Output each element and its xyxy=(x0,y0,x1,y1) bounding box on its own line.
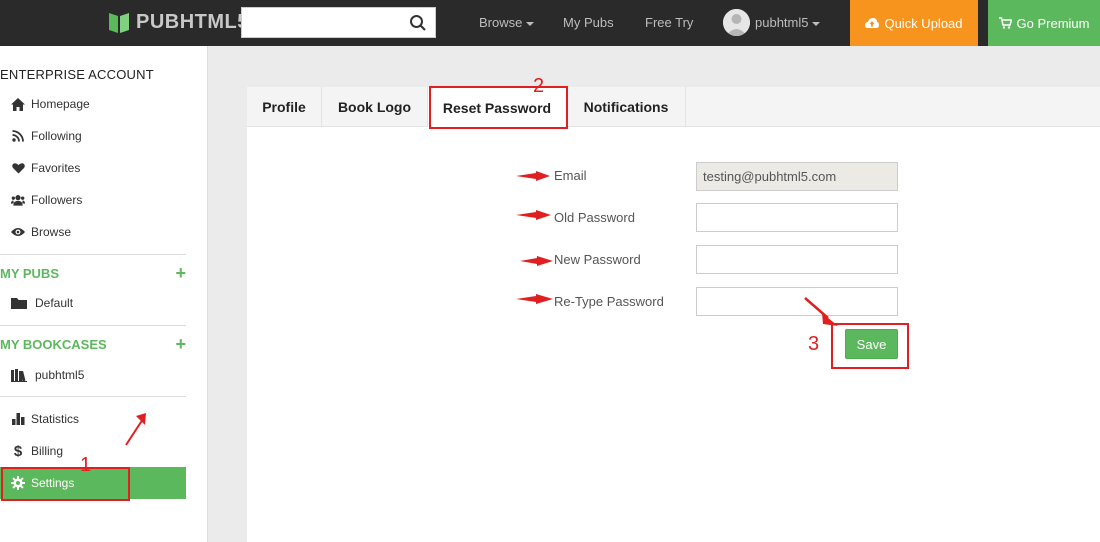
quick-upload-label: Quick Upload xyxy=(884,15,963,31)
annotation-step-2: 2 xyxy=(533,75,545,97)
annotation-step-1: 1 xyxy=(80,454,92,476)
upload-cloud-icon xyxy=(865,17,880,29)
my-pubs-title: MY PUBS xyxy=(0,265,59,281)
dollar-icon: $ xyxy=(13,442,23,460)
annotation-step-3: 3 xyxy=(808,333,820,355)
nav-browse[interactable]: Browse xyxy=(479,15,535,30)
sidebar-item-bookcase-pubhtml5[interactable]: pubhtml5 xyxy=(0,359,186,391)
bar-chart-icon xyxy=(11,412,25,426)
tab-book-logo[interactable]: Book Logo xyxy=(322,87,428,127)
sidebar-item-homepage[interactable]: Homepage xyxy=(0,88,186,120)
nav-my-pubs[interactable]: My Pubs xyxy=(563,15,614,30)
my-bookcases-title: MY BOOKCASES xyxy=(0,336,107,352)
sidebar-item-followers[interactable]: Followers xyxy=(0,184,186,216)
go-premium-label: Go Premium xyxy=(1016,15,1090,31)
user-name: pubhtml5 xyxy=(755,15,809,30)
cart-icon xyxy=(998,17,1012,29)
home-icon xyxy=(11,97,25,111)
add-pub-plus-icon[interactable]: + xyxy=(175,264,186,282)
account-title: ENTERPRISE ACCOUNT xyxy=(0,67,154,82)
sidebar-item-browse[interactable]: Browse xyxy=(0,216,186,248)
brand-name: PUBHTML5 xyxy=(136,10,249,33)
caret-down-icon xyxy=(812,21,821,26)
book-logo-icon xyxy=(108,10,130,34)
add-bookcase-plus-icon[interactable]: + xyxy=(175,335,186,353)
sidebar-item-billing[interactable]: $ Billing xyxy=(0,435,186,467)
sidebar-item-label: Followers xyxy=(31,193,83,207)
quick-upload-button[interactable]: Quick Upload xyxy=(850,0,978,46)
retype-password-label: Re-Type Password xyxy=(554,294,664,309)
annotation-box-save xyxy=(831,323,909,369)
new-password-label: New Password xyxy=(554,252,641,267)
divider xyxy=(0,254,186,255)
eye-icon xyxy=(11,225,25,239)
avatar[interactable] xyxy=(723,9,750,36)
sidebar-item-default[interactable]: Default xyxy=(0,287,186,319)
caret-down-icon xyxy=(526,21,535,26)
settings-panel: Profile Book Logo Reset Password Notific… xyxy=(247,87,1100,542)
tab-profile[interactable]: Profile xyxy=(247,87,322,127)
sidebar-item-label: Statistics xyxy=(31,412,80,426)
search-input[interactable] xyxy=(241,7,436,38)
top-navbar: PUBHTML5 Browse My Pubs Free Try pubhtml… xyxy=(0,0,1100,46)
sidebar-item-label: Favorites xyxy=(31,161,81,175)
divider xyxy=(0,396,186,397)
divider xyxy=(0,325,186,326)
brand-logo[interactable]: PUBHTML5 xyxy=(108,8,249,36)
go-premium-button[interactable]: Go Premium xyxy=(988,0,1100,46)
email-label: Email xyxy=(554,168,587,183)
sidebar-item-label: Homepage xyxy=(31,97,90,111)
tab-notifications[interactable]: Notifications xyxy=(567,87,686,127)
folder-icon xyxy=(11,296,27,310)
nav-browse-label: Browse xyxy=(479,15,523,30)
annotation-box-reset-password xyxy=(429,86,568,129)
sidebar-item-following[interactable]: Following xyxy=(0,120,186,152)
new-password-field[interactable] xyxy=(696,245,898,274)
user-menu[interactable]: pubhtml5 xyxy=(755,15,821,30)
settings-tabs: Profile Book Logo Reset Password Notific… xyxy=(247,87,1100,128)
email-field: testing@pubhtml5.com xyxy=(696,162,898,191)
sidebar-item-label: Billing xyxy=(31,444,64,458)
rss-icon xyxy=(11,129,25,143)
search-icon[interactable] xyxy=(409,14,427,32)
sidebar-item-favorites[interactable]: Favorites xyxy=(0,152,186,184)
annotation-box-settings xyxy=(1,467,130,501)
my-pubs-header: MY PUBS + xyxy=(0,263,186,283)
sidebar-item-label: Following xyxy=(31,129,82,143)
heart-icon xyxy=(11,161,25,175)
my-bookcases-header: MY BOOKCASES + xyxy=(0,334,186,354)
sidebar-item-statistics[interactable]: Statistics xyxy=(0,403,186,435)
old-password-field[interactable] xyxy=(696,203,898,232)
sidebar-item-label: pubhtml5 xyxy=(35,368,85,382)
sidebar-item-label: Default xyxy=(35,296,74,310)
sidebar-item-label: Browse xyxy=(31,225,72,239)
nav-free-try[interactable]: Free Try xyxy=(645,15,693,30)
retype-password-field[interactable] xyxy=(696,287,898,316)
users-icon xyxy=(11,193,25,207)
old-password-label: Old Password xyxy=(554,210,635,225)
bookcase-icon xyxy=(11,368,27,382)
